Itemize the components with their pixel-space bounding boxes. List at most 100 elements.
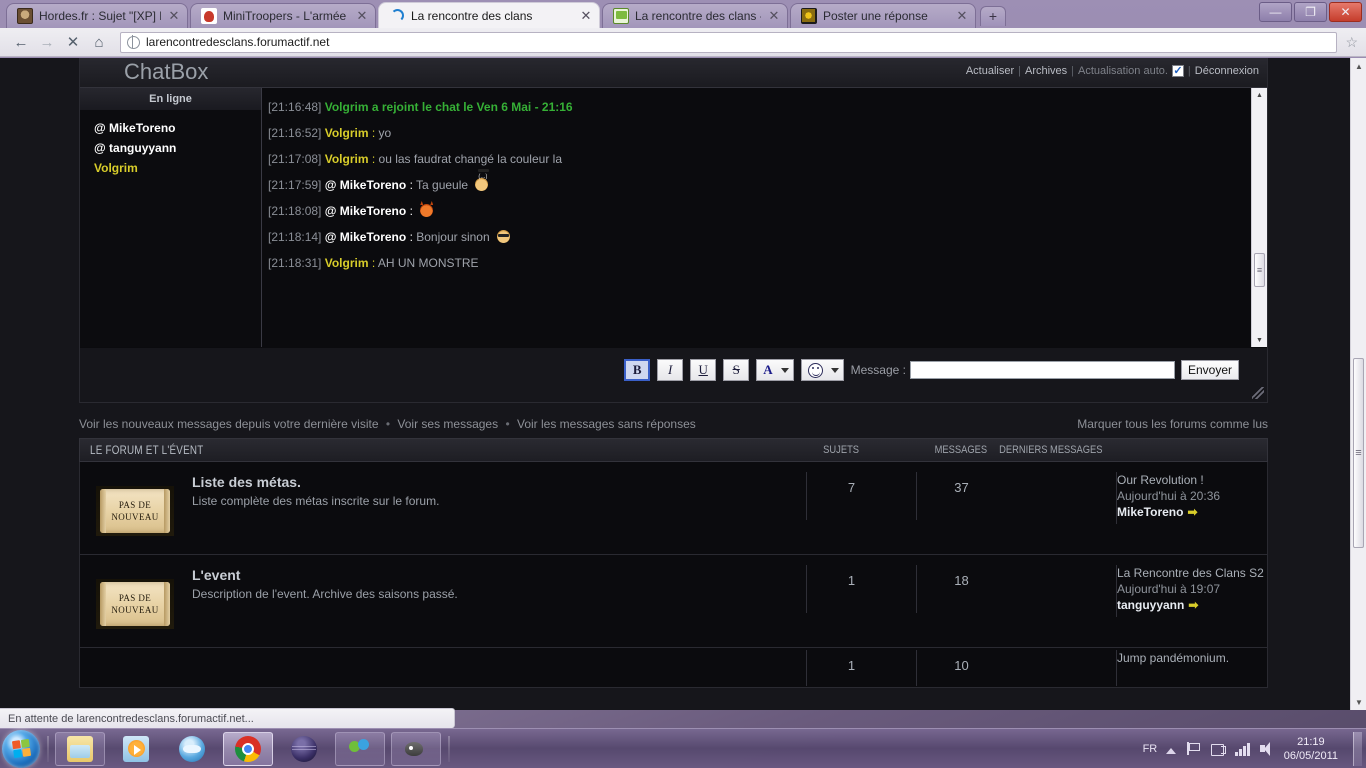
scrollbar-thumb[interactable] [1254,253,1265,287]
smiley-dropdown[interactable] [800,359,844,381]
last-post-title[interactable]: Our Revolution ! [1117,472,1220,488]
chat-body: Ta gueule [416,178,469,192]
minimize-button[interactable]: — [1259,2,1292,22]
close-window-button[interactable]: ✕ [1329,2,1362,22]
last-post-author[interactable]: MikeToreno ➡ [1117,504,1220,520]
chat-nickname[interactable]: Volgrim [325,126,369,140]
last-post-title[interactable]: Jump pandémonium. [1117,650,1229,666]
taskbar-item-sphere-app[interactable] [279,732,329,766]
maximize-button[interactable]: ❐ [1294,2,1327,22]
show-hidden-icons-icon[interactable] [1166,747,1177,754]
taskbar: FR 21:19 06/05/2011 [0,728,1366,768]
send-button[interactable]: Envoyer [1180,360,1239,380]
category-title[interactable]: LE FORUM ET L'ÉVENT [90,443,204,457]
chat-nickname[interactable]: Volgrim [325,256,369,270]
chat-join-text: Volgrim a rejoint le chat le Ven 6 Mai -… [324,100,573,114]
page-viewport: ChatBox Actualiser | Archives | Actualis… [0,58,1366,710]
clock[interactable]: 21:19 06/05/2011 [1284,735,1338,763]
tab-close-icon[interactable]: ✕ [355,9,369,23]
forum-post-count: 18 [916,565,1006,613]
chat-bubble-favicon-icon [613,8,629,24]
chat-nickname[interactable]: @ MikeToreno [325,230,407,244]
action-center-flag-icon[interactable] [1185,741,1201,757]
taskbar-item-media-player[interactable] [111,732,161,766]
no-new-posts-icon: PAS DE NOUVEAU [96,486,174,536]
online-user[interactable]: @ MikeToreno [94,118,261,138]
show-desktop-button[interactable] [1353,731,1362,766]
tab-title: Poster une réponse [823,9,928,23]
chat-nickname[interactable]: Volgrim [325,152,369,166]
underline-button[interactable]: U [690,359,717,381]
language-indicator[interactable]: FR [1143,743,1158,755]
new-tab-button[interactable]: + [980,6,1006,26]
bold-button[interactable]: B [624,359,651,381]
chatbox-scrollbar[interactable]: ▲ ▼ [1251,88,1267,347]
taskbar-item-chrome[interactable] [223,731,273,766]
chat-timestamp: [21:18:14] [268,230,322,244]
tab-close-icon[interactable]: ✕ [955,9,969,23]
start-button-icon[interactable] [2,729,40,768]
last-post-author[interactable]: tanguyyann ➡ [1117,597,1264,613]
home-icon[interactable]: ⌂ [86,31,112,53]
browser-tab-5[interactable]: Poster une réponse ✕ [790,3,976,28]
strikethrough-button[interactable]: S [723,359,750,381]
forum-row[interactable]: PAS DE NOUVEAU L'event Description de l'… [79,555,1268,648]
network-icon[interactable] [1210,741,1227,757]
resize-grip-icon[interactable] [1252,387,1264,399]
taskbar-item-gimp[interactable] [391,731,441,766]
volume-icon[interactable] [1259,741,1275,757]
bullet-separator: • [385,417,391,431]
forum-row[interactable]: PAS DE NOUVEAU Liste des métas. Liste co… [79,462,1268,555]
unanswered-messages-link[interactable]: Voir les messages sans réponses [517,417,696,431]
chat-nickname[interactable]: @ MikeToreno [325,178,407,192]
poster-favicon-icon [801,8,817,24]
chatbox-archives-link[interactable]: Archives [1025,65,1067,77]
taskbar-item-explorer[interactable] [55,731,105,766]
goto-last-post-arrow-icon[interactable]: ➡ [1187,505,1197,519]
bookmark-star-icon[interactable]: ☆ [1345,34,1358,51]
back-icon[interactable]: ← [8,31,34,53]
forum-title[interactable]: Liste des métas. [192,474,301,490]
tab-close-icon[interactable]: ✕ [167,9,181,23]
scroll-up-icon[interactable]: ▲ [1252,88,1267,102]
forum-title[interactable]: L'event [192,567,240,583]
taskbar-divider [47,735,49,762]
taskbar-item-openoffice[interactable] [167,732,217,766]
tab-close-icon[interactable]: ✕ [579,9,593,23]
new-messages-link[interactable]: Voir les nouveaux messages depuis votre … [79,417,379,431]
stop-icon[interactable]: ✕ [60,31,86,53]
page-scroll-up-icon[interactable]: ▲ [1351,58,1366,74]
tab-close-icon[interactable]: ✕ [767,9,781,23]
message-input[interactable] [909,361,1175,379]
column-posts: MESSAGES [934,444,988,456]
taskbar-item-messenger[interactable] [335,731,385,766]
browser-tab-2[interactable]: MiniTroopers - L'armée d... ✕ [190,3,376,28]
signal-bars-icon[interactable] [1235,742,1250,756]
font-color-dropdown[interactable]: A [756,359,794,381]
page-scroll-down-icon[interactable]: ▼ [1351,694,1366,710]
chat-nickname[interactable]: @ MikeToreno [325,204,407,218]
italic-button[interactable]: I [657,359,684,381]
online-user[interactable]: @ tanguyyann [94,138,261,158]
browser-tab-3-active[interactable]: La rencontre des clans ✕ [378,2,600,28]
goto-last-post-arrow-icon[interactable]: ➡ [1188,598,1198,612]
chat-colon: : [406,178,413,192]
forward-icon[interactable]: → [34,31,60,53]
chatbox-logout-link[interactable]: Déconnexion [1195,65,1259,77]
page-scrollbar-thumb[interactable] [1353,358,1364,548]
online-user[interactable]: Volgrim [94,158,261,178]
forum-row[interactable]: 1 10 Jump pandémonium. [79,648,1268,688]
chatbox-body: En ligne @ MikeToreno @ tanguyyann Volgr… [80,88,1267,347]
address-bar[interactable]: larencontredesclans.forumactif.net [120,31,1338,53]
browser-tab-1[interactable]: Hordes.fr : Sujet "[XP] Le ... ✕ [6,3,188,28]
chatbox-autorefresh-checkbox[interactable]: ✓ [1171,65,1184,77]
browser-toolbar: ← → ✕ ⌂ larencontredesclans.forumactif.n… [0,28,1366,57]
last-post-title[interactable]: La Rencontre des Clans S2 [1117,565,1264,581]
own-messages-link[interactable]: Voir ses messages [397,417,498,431]
browser-tab-4[interactable]: La rencontre des clans - ... ✕ [602,3,788,28]
scroll-down-icon[interactable]: ▼ [1252,333,1267,347]
mark-all-read-link[interactable]: Marquer tous les forums comme lus [1077,417,1268,431]
chatbox-refresh-link[interactable]: Actualiser [966,65,1014,77]
forum-description: Description de l'event. Archive des sais… [192,587,458,601]
page-scrollbar[interactable]: ▲ ▼ [1350,58,1366,710]
